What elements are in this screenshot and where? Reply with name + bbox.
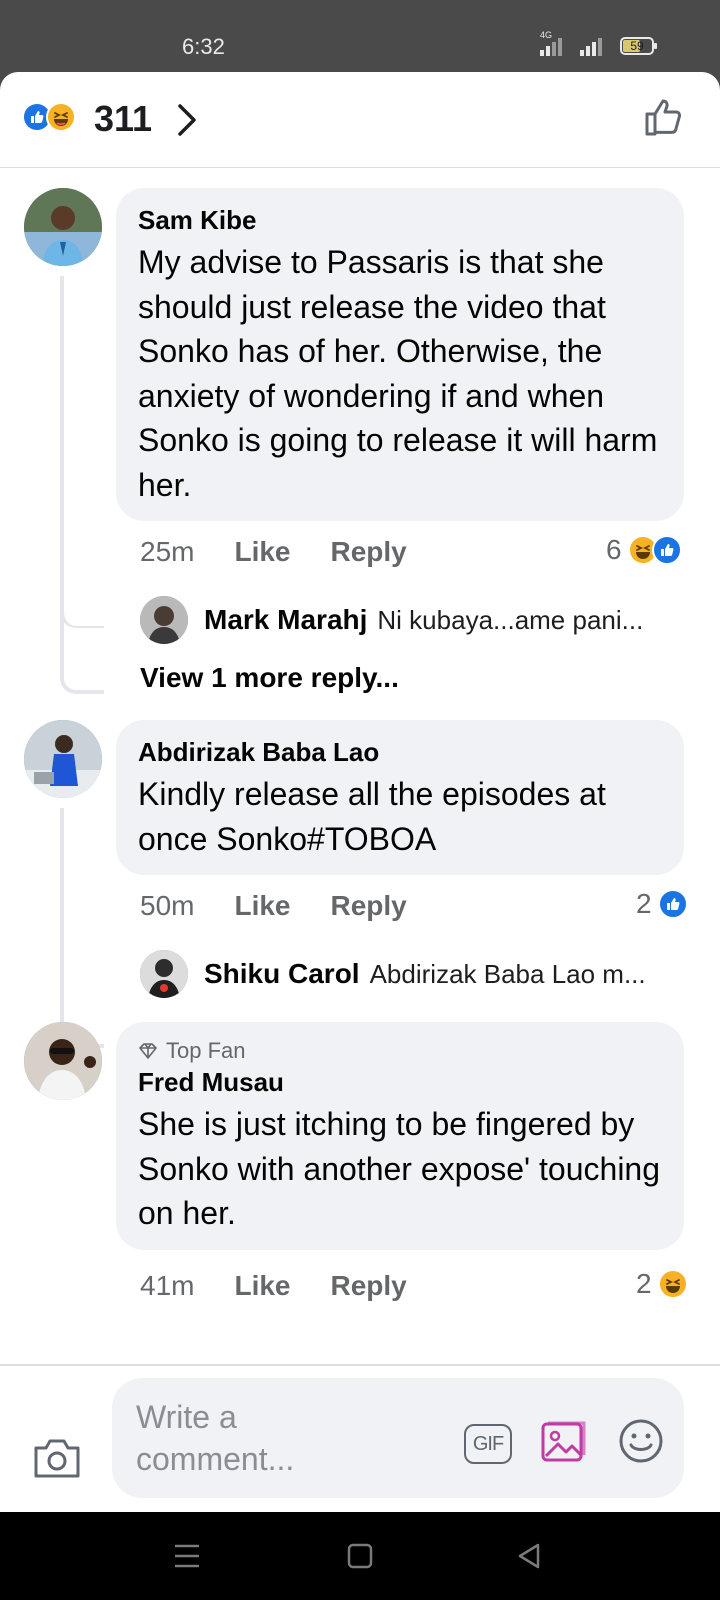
comments-sheet: 311 Sam Kibe My advise to Passaris is th… xyxy=(0,72,720,1512)
comment-author[interactable]: Sam Kibe xyxy=(138,204,662,236)
reaction-count: 2 xyxy=(636,888,652,919)
system-nav-bar xyxy=(0,1512,720,1600)
reply-link[interactable]: Reply xyxy=(331,1270,407,1302)
view-more-replies-link[interactable]: View 1 more reply... xyxy=(140,662,399,694)
chevron-right-icon xyxy=(176,102,198,143)
battery-level: 59 xyxy=(630,39,644,53)
avatar[interactable] xyxy=(140,596,188,644)
gif-button[interactable]: GIF xyxy=(464,1424,512,1464)
comment-input[interactable]: Write a comment... GIF xyxy=(112,1378,684,1498)
top-fan-badge: Top Fan xyxy=(138,1038,662,1064)
comment-author[interactable]: Abdirizak Baba Lao xyxy=(138,736,662,768)
reply-link[interactable]: Reply xyxy=(331,536,407,568)
battery-icon: 59 xyxy=(620,37,657,55)
comment-text: She is just itching to be fingered by So… xyxy=(138,1106,661,1231)
reply-preview[interactable]: Mark Marahj Ni kubaya...ame pani... xyxy=(140,596,643,644)
comment-actions: 25m Like Reply xyxy=(140,536,407,568)
back-icon[interactable] xyxy=(516,1542,544,1570)
comment-placeholder: Write a comment... xyxy=(136,1399,295,1477)
camera-icon[interactable] xyxy=(32,1436,82,1485)
comment-bubble[interactable]: Abdirizak Baba Lao Kindly release all th… xyxy=(116,720,684,875)
like-link[interactable]: Like xyxy=(234,890,290,922)
reactions-header[interactable]: 311 xyxy=(0,72,720,168)
status-icons: 4G 59 xyxy=(540,30,657,56)
status-time: 6:32 xyxy=(182,34,225,59)
avatar[interactable] xyxy=(140,950,188,998)
haha-icon xyxy=(46,102,76,132)
emoji-icon[interactable] xyxy=(618,1418,664,1469)
comment-actions: 41m Like Reply xyxy=(140,1270,407,1302)
thread-line xyxy=(60,276,104,628)
menu-icon[interactable] xyxy=(172,1542,202,1570)
comment-time: 41m xyxy=(140,1270,195,1301)
comment-bubble[interactable]: Top Fan Fred Musau She is just itching t… xyxy=(116,1022,684,1250)
signal-icon-2 xyxy=(580,36,602,56)
like-link[interactable]: Like xyxy=(234,1270,290,1302)
comment-actions: 50m Like Reply xyxy=(140,890,407,922)
reaction-count: 6 xyxy=(606,534,622,565)
comment-text: Kindly release all the episodes at once … xyxy=(138,776,606,857)
comment-composer: Write a comment... GIF xyxy=(0,1364,720,1512)
reaction-count: 311 xyxy=(94,98,153,139)
reply-preview[interactable]: Shiku Carol Abdirizak Baba Lao m... xyxy=(140,950,646,998)
photo-icon[interactable] xyxy=(540,1418,588,1469)
thread-line xyxy=(60,808,104,1048)
comment-reactions[interactable]: 2 xyxy=(636,888,688,920)
avatar[interactable] xyxy=(24,188,102,266)
reply-author[interactable]: Shiku Carol xyxy=(204,958,360,990)
comment-time: 50m xyxy=(140,890,195,921)
signal-icon: 4G xyxy=(540,30,562,56)
reaction-icons xyxy=(22,102,76,132)
like-icon xyxy=(657,889,688,919)
comment-author[interactable]: Fred Musau xyxy=(138,1066,662,1098)
comment-reactions[interactable]: 2 xyxy=(636,1268,688,1300)
haha-icon xyxy=(657,1269,688,1299)
diamond-icon xyxy=(139,1043,157,1059)
home-icon[interactable] xyxy=(346,1542,374,1570)
reply-text: Abdirizak Baba Lao m... xyxy=(369,958,646,989)
like-button[interactable] xyxy=(644,96,684,143)
like-link[interactable]: Like xyxy=(234,536,290,568)
reaction-count: 2 xyxy=(636,1268,652,1299)
comment-text: My advise to Passaris is that she should… xyxy=(138,244,658,503)
avatar[interactable] xyxy=(24,1022,102,1100)
reply-text: Ni kubaya...ame pani... xyxy=(377,604,644,635)
reply-link[interactable]: Reply xyxy=(331,890,407,922)
reply-author[interactable]: Mark Marahj xyxy=(204,604,367,636)
comment-bubble[interactable]: Sam Kibe My advise to Passaris is that s… xyxy=(116,188,684,521)
badge-label: Top Fan xyxy=(166,1038,246,1063)
comment-reactions[interactable]: 6 xyxy=(606,534,682,566)
comment-time: 25m xyxy=(140,536,195,567)
avatar[interactable] xyxy=(24,720,102,798)
status-bar: 6:32 4G 59 xyxy=(0,0,720,74)
network-type: 4G xyxy=(540,30,553,40)
like-icon xyxy=(651,535,682,565)
